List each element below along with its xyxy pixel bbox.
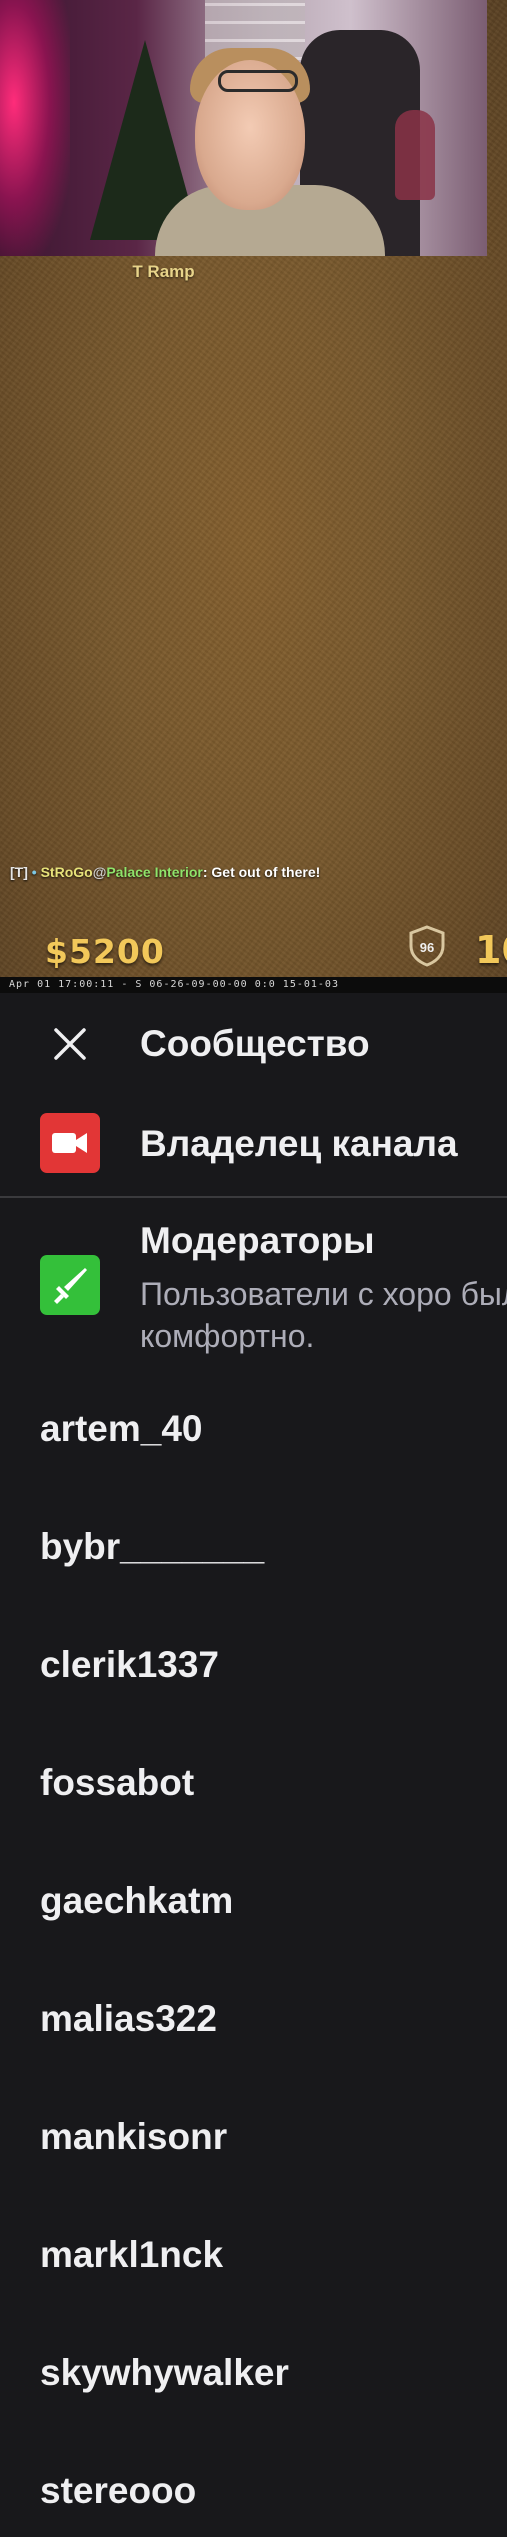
demo-info-text: Apr 01 17:00:11 - S 06-26-09-00-00 0:0 1… — [9, 979, 339, 990]
username: fossabot — [40, 1762, 195, 1803]
money-counter: $5200 — [45, 932, 165, 971]
moderators-description: Пользователи с хоро было комфортно. — [140, 1276, 507, 1354]
list-item[interactable]: stereooo — [0, 2448, 507, 2537]
username: artem_40 — [40, 1408, 203, 1449]
glasses — [218, 70, 298, 92]
username: markl1nck — [40, 2234, 224, 2275]
stream-video[interactable]: T Ramp [T] • StRoGo@Palace Interior: Get… — [0, 0, 507, 993]
webcam-overlay — [0, 0, 487, 256]
close-button[interactable] — [42, 1016, 98, 1072]
list-item[interactable]: mankisonr — [0, 2094, 507, 2212]
list-item[interactable]: fossabot — [0, 1740, 507, 1858]
username: bybr_______ — [40, 1526, 265, 1567]
moderator-list: artem_40 bybr_______ clerik1337 fossabot… — [0, 1386, 507, 2537]
list-item[interactable]: artem_40 — [0, 1386, 507, 1504]
channel-owner-row[interactable]: Владелец канала — [0, 1093, 507, 1193]
username: stereooo — [40, 2470, 197, 2511]
moderators-section[interactable]: Модераторы Пользователи с хоро было комф… — [0, 1208, 507, 1363]
list-item[interactable]: bybr_______ — [0, 1504, 507, 1622]
page-title: Сообщество — [140, 1023, 370, 1064]
username: skywhywalker — [40, 2352, 289, 2393]
close-icon — [54, 1028, 86, 1060]
list-item[interactable]: markl1nck — [0, 2212, 507, 2330]
username: clerik1337 — [40, 1644, 220, 1685]
community-panel: Сообщество Владелец канала Модераторы По… — [0, 993, 507, 2537]
spectated-player-name: T Ramp — [132, 262, 195, 281]
sword-icon — [40, 1255, 100, 1315]
health-value: 10 — [475, 928, 507, 972]
panel-header: Сообщество — [0, 993, 507, 1093]
divider — [0, 1196, 507, 1198]
username: mankisonr — [40, 2116, 228, 2157]
list-item[interactable]: clerik1337 — [0, 1622, 507, 1740]
username: gaechkatm — [40, 1880, 234, 1921]
channel-owner-label: Владелец канала — [140, 1123, 458, 1164]
video-camera-icon — [40, 1113, 100, 1173]
list-item[interactable]: gaechkatm — [0, 1858, 507, 1976]
list-item[interactable]: malias322 — [0, 1976, 507, 2094]
armor-value: 96 — [419, 940, 435, 955]
moderators-title: Модераторы — [140, 1220, 375, 1261]
chat-radio-message: [T] • StRoGo@Palace Interior: Get out of… — [10, 864, 321, 880]
list-item[interactable]: skywhywalker — [0, 2330, 507, 2448]
username: malias322 — [40, 1998, 217, 2039]
